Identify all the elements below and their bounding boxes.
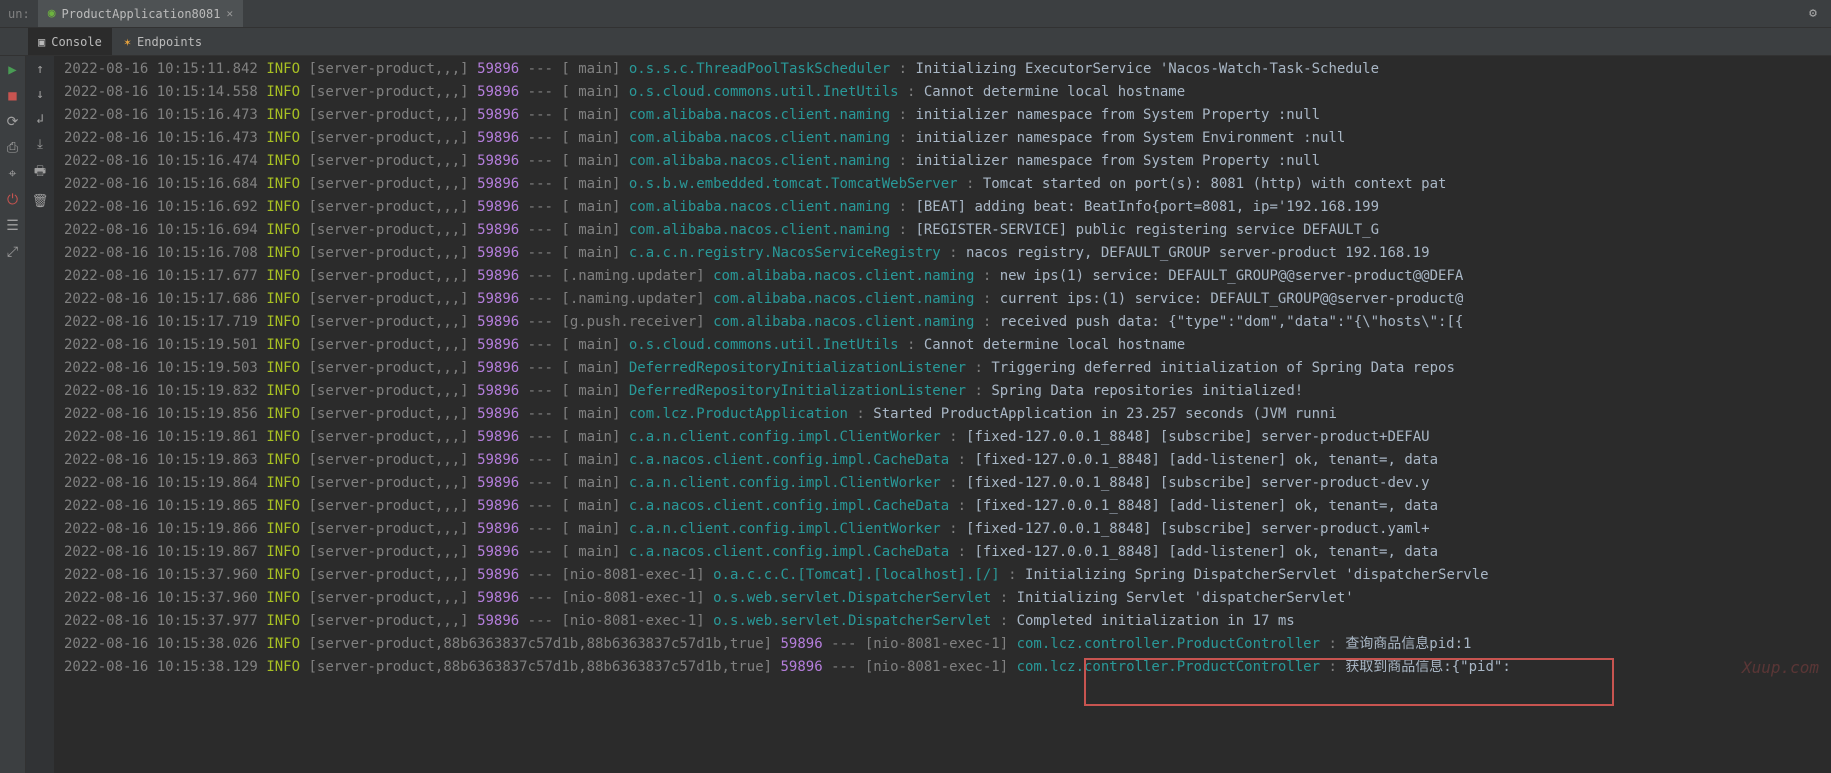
tab-console-label: Console	[51, 35, 102, 49]
log-line: 2022-08-16 10:15:19.866 INFO [server-pro…	[64, 518, 1831, 541]
gear-icon[interactable]: ⚙	[1809, 6, 1817, 21]
tab-endpoints-label: Endpoints	[137, 35, 202, 49]
log-line: 2022-08-16 10:15:17.686 INFO [server-pro…	[64, 288, 1831, 311]
pin-icon[interactable]: ⤢	[7, 244, 18, 260]
log-line: 2022-08-16 10:15:16.474 INFO [server-pro…	[64, 150, 1831, 173]
camera-icon[interactable]: ⎙	[7, 140, 18, 156]
log-line: 2022-08-16 10:15:19.861 INFO [server-pro…	[64, 426, 1831, 449]
log-line: 2022-08-16 10:15:16.473 INFO [server-pro…	[64, 127, 1831, 150]
log-line: 2022-08-16 10:15:17.677 INFO [server-pro…	[64, 265, 1831, 288]
stop-icon[interactable]: ■	[8, 88, 16, 104]
layout-icon[interactable]: ☰	[6, 218, 19, 234]
log-line: 2022-08-16 10:15:16.694 INFO [server-pro…	[64, 219, 1831, 242]
endpoints-icon: ✶	[124, 35, 131, 49]
log-line: 2022-08-16 10:15:38.129 INFO [server-pro…	[64, 656, 1831, 679]
console-gutter: ↑ ↓ ↲ ⤓ 🖶 🗑	[26, 56, 54, 773]
console-output[interactable]: Xuup.com 2022-08-16 10:15:11.842 INFO [s…	[54, 56, 1831, 773]
spring-boot-icon: ◉	[48, 6, 56, 21]
log-line: 2022-08-16 10:15:17.719 INFO [server-pro…	[64, 311, 1831, 334]
log-line: 2022-08-16 10:15:19.867 INFO [server-pro…	[64, 541, 1831, 564]
tab-endpoints[interactable]: ✶ Endpoints	[114, 28, 212, 55]
log-line: 2022-08-16 10:15:19.864 INFO [server-pro…	[64, 472, 1831, 495]
log-line: 2022-08-16 10:15:19.501 INFO [server-pro…	[64, 334, 1831, 357]
log-line: 2022-08-16 10:15:37.960 INFO [server-pro…	[64, 587, 1831, 610]
log-line: 2022-08-16 10:15:16.708 INFO [server-pro…	[64, 242, 1831, 265]
run-tab[interactable]: ◉ ProductApplication8081 ✕	[38, 0, 243, 27]
run-label: un:	[0, 7, 38, 21]
log-line: 2022-08-16 10:15:19.856 INFO [server-pro…	[64, 403, 1831, 426]
close-icon[interactable]: ✕	[226, 7, 233, 20]
log-line: 2022-08-16 10:15:19.863 INFO [server-pro…	[64, 449, 1831, 472]
log-line: 2022-08-16 10:15:38.026 INFO [server-pro…	[64, 633, 1831, 656]
log-line: 2022-08-16 10:15:37.960 INFO [server-pro…	[64, 564, 1831, 587]
debug-icon[interactable]: ⌖	[9, 166, 17, 182]
log-line: 2022-08-16 10:15:16.473 INFO [server-pro…	[64, 104, 1831, 127]
content-area: ▶ ■ ⟳ ⎙ ⌖ ⏻ ☰ ⤢ ↑ ↓ ↲ ⤓ 🖶 🗑 Xuup.com 202…	[0, 56, 1831, 773]
log-line: 2022-08-16 10:15:19.865 INFO [server-pro…	[64, 495, 1831, 518]
scroll-up-icon[interactable]: ↑	[36, 62, 44, 77]
console-icon: ▣	[38, 35, 45, 49]
log-line: 2022-08-16 10:15:37.977 INFO [server-pro…	[64, 610, 1831, 633]
rerun-icon[interactable]: ▶	[8, 62, 16, 78]
restart-icon[interactable]: ⟳	[7, 114, 19, 130]
print-icon[interactable]: 🖶	[34, 162, 46, 184]
run-tab-title: ProductApplication8081	[62, 7, 221, 21]
scroll-down-icon[interactable]: ↓	[36, 87, 44, 102]
log-line: 2022-08-16 10:15:16.692 INFO [server-pro…	[64, 196, 1831, 219]
log-line: 2022-08-16 10:15:16.684 INFO [server-pro…	[64, 173, 1831, 196]
clear-icon[interactable]: 🗑	[32, 194, 49, 209]
log-line: 2022-08-16 10:15:19.503 INFO [server-pro…	[64, 357, 1831, 380]
tab-console[interactable]: ▣ Console	[28, 28, 112, 55]
run-gutter: ▶ ■ ⟳ ⎙ ⌖ ⏻ ☰ ⤢	[0, 56, 26, 773]
log-line: 2022-08-16 10:15:19.832 INFO [server-pro…	[64, 380, 1831, 403]
scroll-to-end-icon[interactable]: ⤓	[37, 137, 43, 152]
sub-tabs-bar: ▣ Console ✶ Endpoints	[0, 28, 1831, 56]
log-line: 2022-08-16 10:15:14.558 INFO [server-pro…	[64, 81, 1831, 104]
log-line: 2022-08-16 10:15:11.842 INFO [server-pro…	[64, 58, 1831, 81]
exit-icon[interactable]: ⏻	[7, 192, 18, 208]
soft-wrap-icon[interactable]: ↲	[36, 112, 44, 127]
run-tool-window-header: un: ◉ ProductApplication8081 ✕ ⚙	[0, 0, 1831, 28]
